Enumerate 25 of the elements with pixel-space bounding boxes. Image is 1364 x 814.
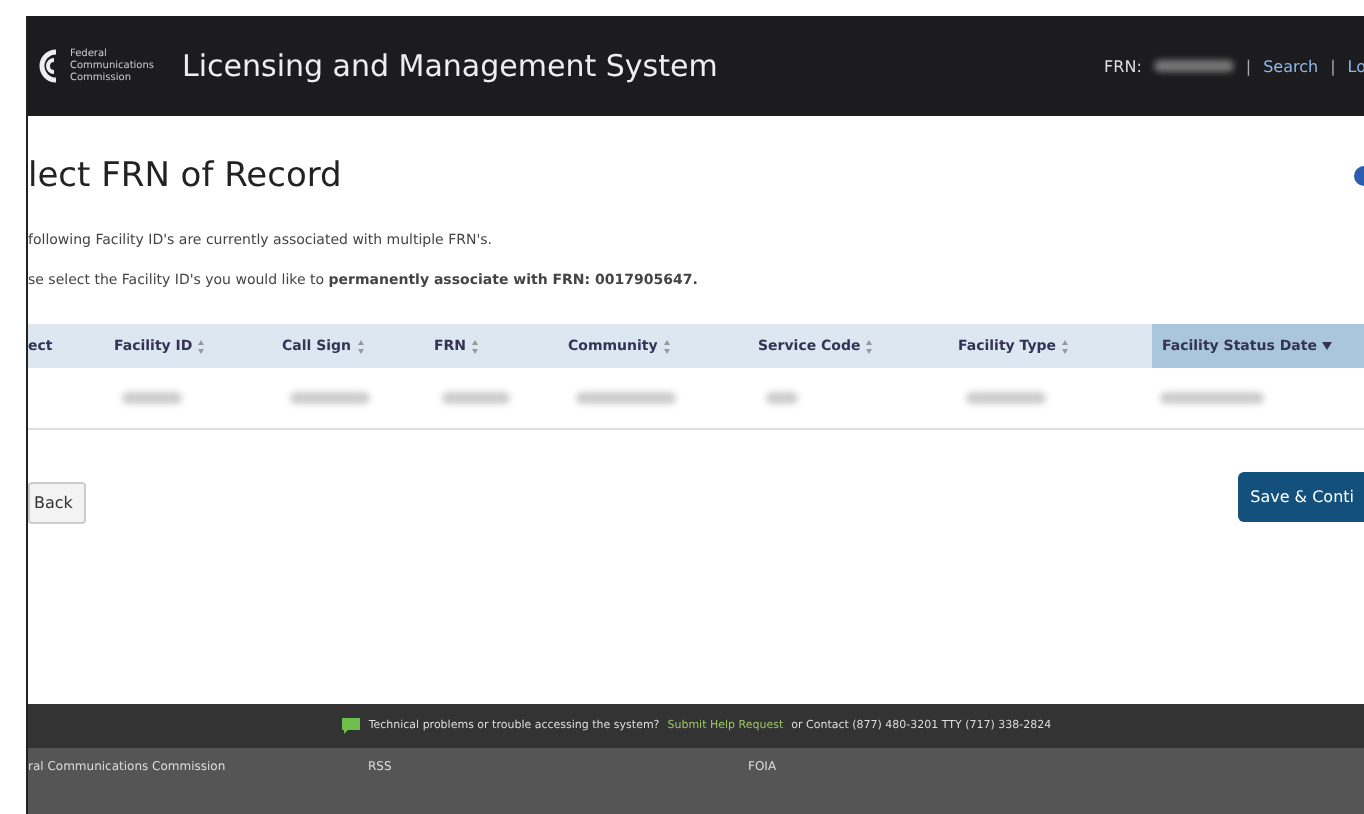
caret-icon [1322, 342, 1333, 350]
save-button[interactable]: Save & Conti [1238, 472, 1364, 522]
chat-icon [342, 718, 361, 734]
sort-icon [198, 339, 205, 353]
back-button[interactable]: Back [28, 482, 87, 524]
sort-icon [1062, 339, 1069, 353]
sort-icon [663, 339, 670, 353]
redacted-value [966, 392, 1046, 404]
redacted-value [442, 392, 510, 404]
header-link[interactable]: Search [1263, 57, 1319, 75]
redacted-value [290, 392, 370, 404]
redacted-value [1160, 392, 1264, 404]
sort-icon [866, 339, 873, 353]
redacted-value [766, 392, 798, 404]
page-title: lect FRN of Record [28, 156, 342, 196]
sort-icon [357, 339, 364, 353]
app-title: Licensing and Management System [182, 48, 720, 84]
redacted-value [122, 392, 182, 404]
sort-icon [472, 339, 479, 353]
frn-label: FRN: [1104, 57, 1142, 75]
separator: | [1330, 57, 1336, 75]
redacted-value [576, 392, 676, 404]
logo-icon [36, 48, 60, 84]
separator: | [1245, 57, 1252, 75]
redacted-value [1153, 60, 1234, 72]
